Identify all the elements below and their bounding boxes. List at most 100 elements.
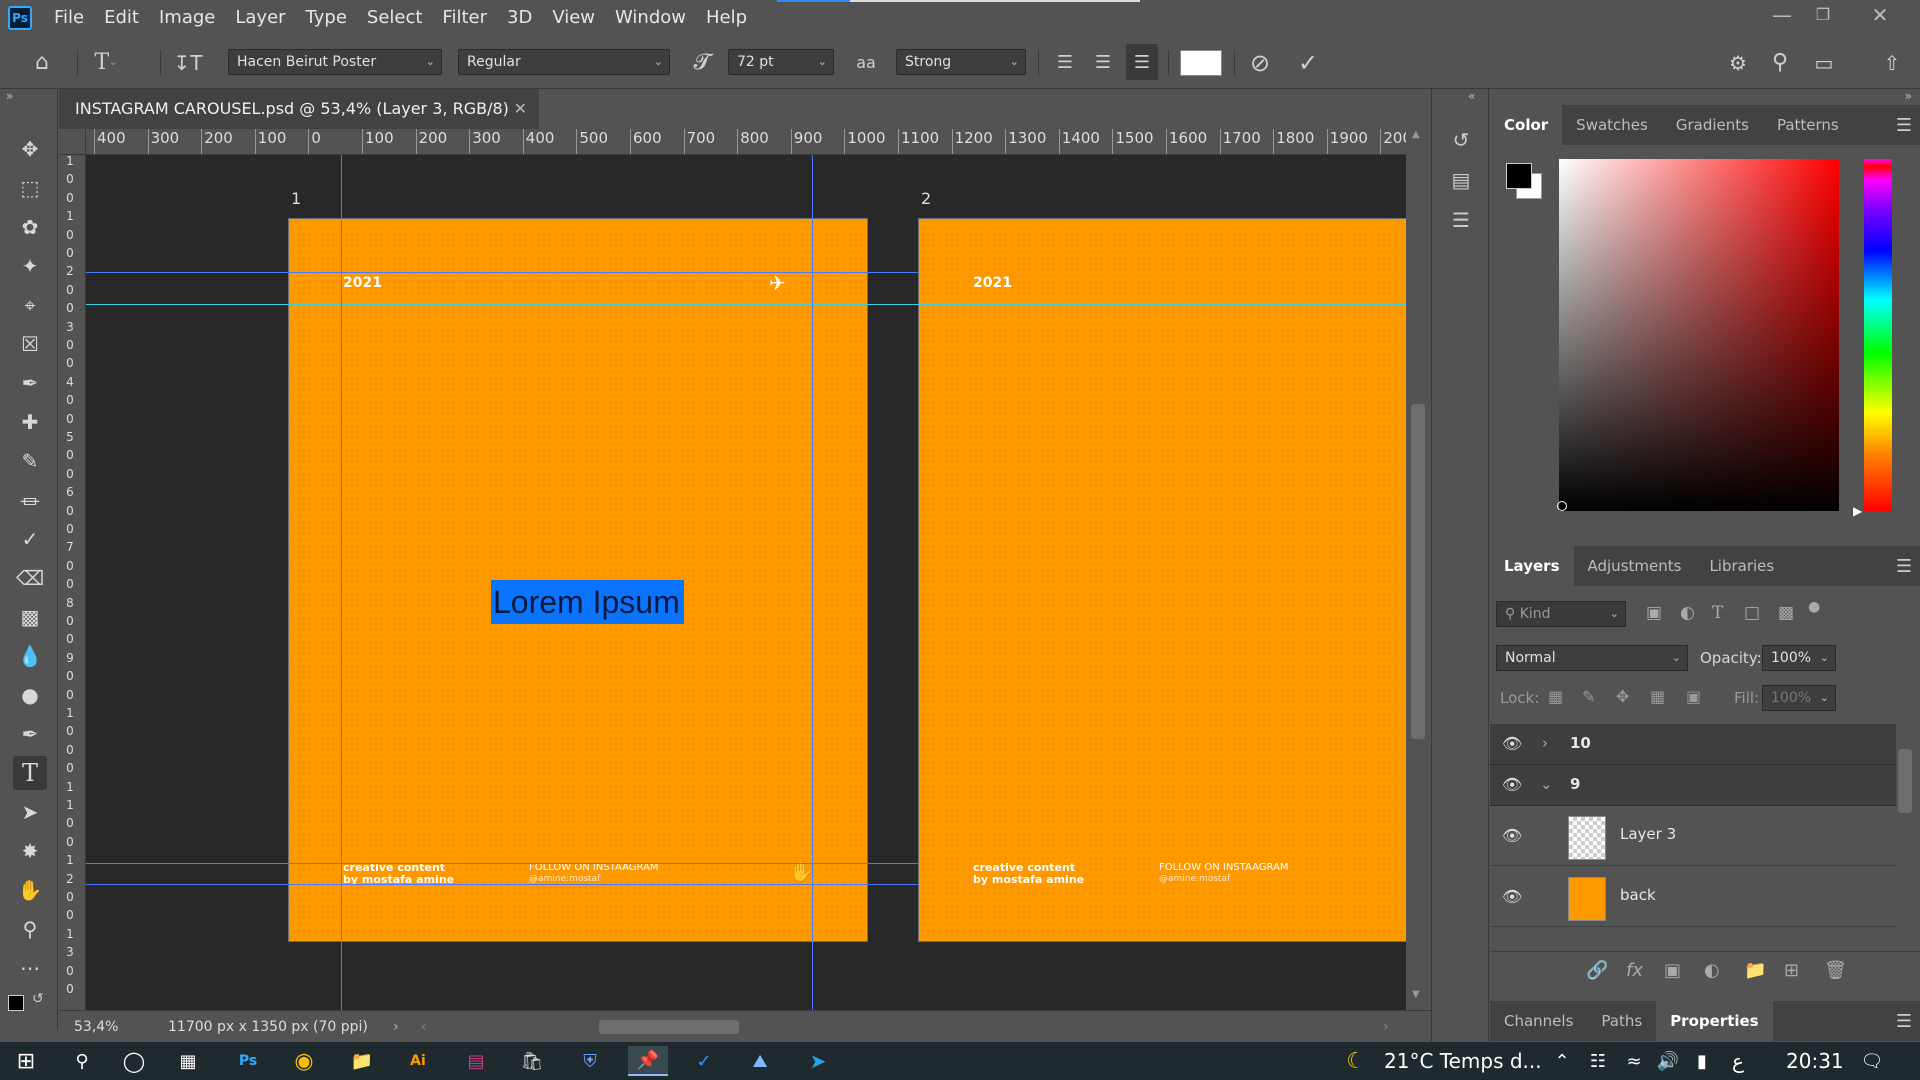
align-left-icon[interactable]: ☰ (1050, 36, 1080, 89)
scroll-left-icon[interactable]: ‹ (421, 1011, 427, 1043)
menu-select[interactable]: Select (357, 0, 433, 35)
menu-view[interactable]: View (542, 0, 605, 35)
menu-help[interactable]: Help (696, 0, 757, 35)
chrome-icon[interactable]: ◉ (284, 1046, 324, 1076)
history-brush-tool-icon[interactable]: ✓ (13, 522, 47, 556)
layer-row-group-10[interactable]: 👁 › 10 (1490, 724, 1896, 765)
menu-window[interactable]: Window (605, 0, 696, 35)
foreground-color-icon[interactable] (8, 995, 24, 1011)
crop-tool-icon[interactable]: ⌖ (13, 288, 47, 322)
menu-type[interactable]: Type (296, 0, 357, 35)
marquee-tool-icon[interactable]: ⬚ (13, 171, 47, 205)
lasso-tool-icon[interactable]: ✿ (13, 210, 47, 244)
guide-horizontal[interactable] (86, 884, 918, 885)
zoom-tool-icon[interactable]: ⚲ (13, 912, 47, 946)
photos-icon[interactable]: ⛰ (740, 1046, 780, 1076)
magic-wand-tool-icon[interactable]: ✦ (13, 249, 47, 283)
show-hidden-icons-icon[interactable]: ⌃ (1542, 1046, 1582, 1076)
menu-layer[interactable]: Layer (225, 0, 295, 35)
todo-icon[interactable]: ✓ (684, 1046, 724, 1076)
vertical-scrollbar[interactable]: ▲ ▼ (1406, 129, 1430, 1010)
layer-row-back[interactable]: 👁 back (1490, 867, 1896, 927)
filter-smart-object-icon[interactable]: ▩ (1778, 603, 1794, 623)
ruler-corner[interactable] (59, 129, 86, 155)
toggle-text-orientation-icon[interactable]: ↧T (170, 36, 206, 89)
lock-all-icon[interactable]: ▣ (1686, 687, 1701, 706)
artboard-2[interactable]: 2021 creative content by mostafa amine F… (918, 218, 1406, 942)
collapse-toolbar-icon[interactable]: » (6, 89, 13, 103)
scroll-right-icon[interactable]: › (1383, 1011, 1389, 1043)
color-picker-field[interactable] (1559, 159, 1839, 511)
tab-adjustments[interactable]: Adjustments (1574, 546, 1696, 586)
photoshop-icon[interactable]: Ps (228, 1046, 268, 1076)
illustrator-icon[interactable]: Ai (398, 1046, 438, 1076)
text-color-swatch[interactable] (1180, 50, 1222, 76)
expand-group-icon[interactable]: › (1542, 734, 1548, 752)
panel-menu-icon[interactable]: ☰ (1896, 1011, 1912, 1032)
close-tab-icon[interactable]: ✕ (514, 89, 527, 129)
tab-color[interactable]: Color (1490, 105, 1563, 145)
tab-layers[interactable]: Layers (1490, 546, 1574, 586)
delete-layer-icon[interactable]: 🗑 (1824, 960, 1847, 981)
layer-row-layer-3[interactable]: 👁 Layer 3 (1490, 806, 1896, 866)
pen-tool-icon[interactable]: ✒ (13, 717, 47, 751)
artboard-1-label[interactable]: 1 (291, 189, 301, 208)
lock-transparency-icon[interactable]: ▦ (1548, 687, 1563, 706)
input-language[interactable]: ع (1732, 1042, 1744, 1080)
artboard-2-label[interactable]: 2 (921, 189, 931, 208)
healing-brush-tool-icon[interactable]: ✚ (13, 405, 47, 439)
layer-row-group-9[interactable]: 👁 ⌄ 9 (1490, 765, 1896, 806)
visibility-eye-icon[interactable]: 👁 (1502, 775, 1522, 794)
filter-shape-icon[interactable]: □ (1744, 603, 1760, 623)
eraser-tool-icon[interactable]: ⌫ (13, 561, 47, 595)
tab-channels[interactable]: Channels (1490, 1001, 1587, 1041)
history-panel-icon[interactable]: ↺ (1446, 125, 1476, 155)
panel-menu-icon[interactable]: ☰ (1896, 115, 1912, 136)
visibility-eye-icon[interactable]: 👁 (1502, 887, 1522, 906)
horizontal-scroll-thumb[interactable] (599, 1020, 739, 1034)
cortana-icon[interactable]: ◯ (114, 1046, 154, 1076)
blur-tool-icon[interactable]: 💧 (13, 639, 47, 673)
user-profile-icon[interactable]: ⚙ (1722, 36, 1754, 89)
panel-menu-icon[interactable]: ☰ (1896, 556, 1912, 577)
align-right-icon[interactable]: ☰ (1126, 44, 1158, 80)
menu-image[interactable]: Image (149, 0, 225, 35)
cancel-edit-icon[interactable]: ⊘ (1244, 36, 1276, 89)
opacity-input[interactable]: 100% ⌄ (1762, 645, 1836, 671)
tab-swatches[interactable]: Swatches (1562, 105, 1662, 145)
new-group-icon[interactable]: 📁 (1744, 960, 1766, 981)
tab-patterns[interactable]: Patterns (1763, 105, 1853, 145)
type-tool-preset-icon[interactable]: T ⌄ (88, 36, 124, 89)
defender-icon[interactable]: ⛨ (570, 1046, 610, 1076)
guide-horizontal[interactable] (86, 863, 918, 864)
guide-vertical[interactable] (341, 155, 342, 1010)
hand-tool-icon[interactable]: ✋ (13, 873, 47, 907)
new-layer-icon[interactable]: ⊞ (1784, 960, 1799, 981)
font-size-dropdown[interactable]: 72 pt ⌄ (728, 49, 834, 75)
scroll-down-icon[interactable]: ▼ (1412, 989, 1420, 1000)
dodge-tool-icon[interactable]: ● (13, 678, 47, 712)
collapse-group-icon[interactable]: ⌄ (1540, 775, 1553, 793)
more-tools-icon[interactable]: ⋯ (13, 951, 47, 985)
antialias-dropdown[interactable]: Strong ⌄ (896, 49, 1026, 75)
document-tab[interactable]: INSTAGRAM CAROUSEL.psd @ 53,4% (Layer 3,… (59, 89, 539, 129)
hue-slider-handle[interactable]: ▶ (1853, 504, 1862, 518)
commit-edit-icon[interactable]: ✓ (1292, 36, 1324, 89)
expand-panels-icon[interactable]: « (1468, 89, 1475, 103)
status-menu-arrow-icon[interactable]: › (393, 1011, 399, 1043)
align-center-icon[interactable]: ☰ (1088, 36, 1118, 89)
blend-mode-dropdown[interactable]: Normal ⌄ (1496, 645, 1688, 671)
artboard-1[interactable]: 2021 ✈ Lorem Ipsum creative content by m… (288, 218, 868, 942)
collapse-dock-icon[interactable]: » (1905, 89, 1912, 103)
filter-toggle-icon[interactable]: ● (1808, 599, 1820, 615)
tab-properties[interactable]: Properties (1656, 1001, 1773, 1041)
clone-stamp-tool-icon[interactable]: ⏛ (13, 483, 47, 517)
custom-shape-tool-icon[interactable]: ✸ (13, 834, 47, 868)
eyedropper-tool-icon[interactable]: ✒ (13, 366, 47, 400)
lock-artboard-icon[interactable]: ▦ (1650, 687, 1665, 706)
device-icon[interactable]: ☷ (1578, 1046, 1618, 1076)
share-icon[interactable]: ⇧ (1876, 36, 1908, 89)
visibility-eye-icon[interactable]: 👁 (1502, 826, 1522, 845)
link-layers-icon[interactable]: 🔗 (1586, 960, 1608, 981)
font-family-dropdown[interactable]: Hacen Beirut Poster ⌄ (228, 49, 442, 75)
